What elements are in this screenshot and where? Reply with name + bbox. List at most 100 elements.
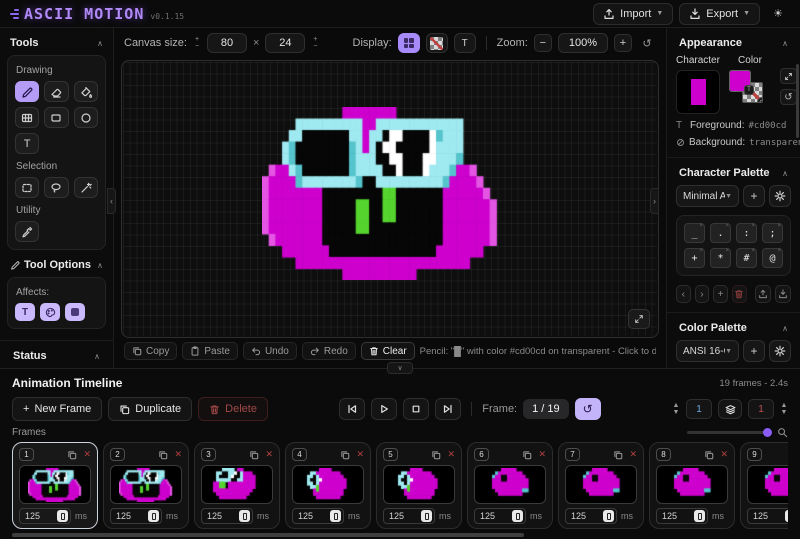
delete-frame-icon[interactable]: ✕ — [538, 450, 546, 459]
char-button[interactable]: _× — [684, 223, 705, 243]
color-palette-header[interactable]: Color Palette ∧ — [676, 313, 791, 340]
canvas-height-input[interactable]: 24 — [265, 33, 305, 53]
reset-colors-button[interactable]: ↺ — [780, 89, 797, 105]
export-palette-button[interactable] — [755, 285, 771, 303]
onion-skin-toggle[interactable] — [718, 399, 742, 419]
add-character-button[interactable]: + — [713, 285, 728, 303]
character-palette-header[interactable]: Character Palette ∧ — [676, 158, 791, 185]
width-stepper[interactable]: +− — [193, 37, 201, 50]
clear-button[interactable]: Clear — [361, 342, 415, 360]
fill-tool-button[interactable] — [74, 81, 98, 102]
duplicate-frame-icon[interactable] — [158, 450, 168, 460]
duplicate-frame-icon[interactable] — [522, 450, 532, 460]
char-button[interactable]: +× — [684, 248, 705, 268]
frames-scrollbar-thumb[interactable] — [12, 533, 524, 537]
char-button[interactable]: @× — [762, 248, 783, 268]
palette-settings-button[interactable] — [769, 185, 791, 207]
delete-frame-icon[interactable]: ✕ — [83, 450, 91, 459]
frame-duration-input[interactable]: 125 — [747, 508, 788, 524]
redo-button[interactable]: Redo — [302, 342, 356, 360]
char-button[interactable]: #× — [736, 248, 757, 268]
frame-card[interactable]: 3 ✕ 125 ms — [194, 442, 280, 529]
add-palette-button[interactable]: + — [743, 185, 765, 207]
height-stepper[interactable]: +− — [311, 37, 319, 50]
frame-duration-input[interactable]: 125 — [383, 508, 435, 524]
import-palette-button[interactable] — [775, 285, 791, 303]
affects-background-toggle[interactable] — [65, 303, 85, 321]
import-button[interactable]: Import ▼ — [593, 3, 673, 25]
frame-card[interactable]: 4 ✕ 125 ms — [285, 442, 371, 529]
theme-toggle-button[interactable]: ☀ — [766, 3, 790, 25]
slider-knob[interactable] — [763, 428, 772, 437]
character-preview[interactable] — [676, 70, 720, 114]
sidebar-scrollbar[interactable] — [796, 64, 799, 138]
lasso-select-tool-button[interactable] — [44, 177, 68, 198]
toggle-grid-button[interactable] — [398, 33, 420, 53]
marquee-select-tool-button[interactable] — [15, 177, 39, 198]
onion-prev-stepper[interactable]: ▲▼ — [672, 403, 680, 416]
duplicate-frame-icon[interactable] — [67, 450, 77, 460]
pencil-tool-button[interactable] — [15, 81, 39, 102]
loop-toggle-button[interactable]: ↺ — [575, 398, 601, 420]
frame-thumbnail[interactable] — [201, 465, 273, 504]
grid-rectangle-tool-button[interactable] — [15, 107, 39, 128]
frame-card[interactable]: 2 ✕ 125 ms — [103, 442, 189, 529]
zoom-in-button[interactable]: + — [614, 34, 632, 52]
frame-duration-input[interactable]: 125 — [656, 508, 708, 524]
foreground-swatch[interactable]: T — [729, 70, 751, 92]
affects-character-toggle[interactable]: T — [15, 303, 35, 321]
duplicate-frame-button[interactable]: Duplicate — [108, 397, 192, 421]
frame-card[interactable]: 7 ✕ 125 ms — [558, 442, 644, 529]
frame-card[interactable]: 9 ✕ 125 ms — [740, 442, 788, 529]
delete-frame-icon[interactable]: ✕ — [447, 450, 455, 459]
new-frame-button[interactable]: +New Frame — [12, 397, 102, 421]
tools-section-header[interactable]: Tools ∧ — [7, 28, 106, 55]
frame-thumbnail[interactable] — [656, 465, 728, 504]
frame-thumbnail[interactable] — [747, 465, 788, 504]
undo-button[interactable]: Undo — [243, 342, 297, 360]
eraser-tool-button[interactable] — [44, 81, 68, 102]
swap-colors-button[interactable] — [780, 68, 797, 84]
copy-button[interactable]: Copy — [124, 342, 177, 360]
duplicate-frame-icon[interactable] — [613, 450, 623, 460]
play-button[interactable] — [371, 398, 397, 420]
frame-card[interactable]: 1 ✕ 125 ms — [12, 442, 98, 529]
ellipse-tool-button[interactable] — [74, 107, 98, 128]
frame-duration-input[interactable]: 125 — [19, 508, 71, 524]
zoom-reset-button[interactable]: ↺ — [638, 34, 656, 52]
skip-to-start-button[interactable] — [339, 398, 365, 420]
eyedropper-tool-button[interactable] — [15, 221, 39, 242]
char-button[interactable]: ;× — [762, 223, 783, 243]
right-panel-collapse-handle[interactable]: › — [650, 188, 659, 214]
color-palette-settings-button[interactable] — [769, 340, 791, 362]
frame-duration-input[interactable]: 125 — [110, 508, 162, 524]
frame-thumbnail[interactable] — [383, 465, 455, 504]
frame-duration-input[interactable]: 125 — [201, 508, 253, 524]
skip-to-end-button[interactable] — [435, 398, 461, 420]
frame-thumbnail[interactable] — [292, 465, 364, 504]
add-color-palette-button[interactable]: + — [743, 340, 765, 362]
frame-thumbnail[interactable] — [19, 465, 91, 504]
zoom-out-button[interactable]: − — [534, 34, 552, 52]
delete-character-button[interactable] — [732, 285, 747, 303]
left-panel-collapse-handle[interactable]: ‹ — [107, 188, 116, 214]
frame-duration-input[interactable]: 125 — [474, 508, 526, 524]
frame-duration-input[interactable]: 125 — [565, 508, 617, 524]
onion-next-stepper[interactable]: ▲▼ — [780, 403, 788, 416]
drawing-canvas[interactable] — [121, 60, 659, 338]
ascii-art-canvas[interactable] — [262, 107, 503, 280]
fullscreen-canvas-button[interactable] — [628, 309, 650, 329]
delete-frame-button[interactable]: Delete — [198, 397, 268, 421]
frame-duration-input[interactable]: 125 — [292, 508, 344, 524]
toggle-characters-button[interactable]: T — [454, 33, 476, 53]
onion-next-input[interactable]: 1 — [748, 399, 774, 419]
frame-thumbnail[interactable] — [110, 465, 182, 504]
text-tool-button[interactable]: T — [15, 133, 39, 154]
export-button[interactable]: Export ▼ — [679, 3, 760, 25]
rectangle-tool-button[interactable] — [44, 107, 68, 128]
duplicate-frame-icon[interactable] — [340, 450, 350, 460]
duplicate-frame-icon[interactable] — [249, 450, 259, 460]
delete-frame-icon[interactable]: ✕ — [265, 450, 273, 459]
thumbnail-size-slider[interactable] — [687, 431, 771, 434]
char-button[interactable]: *× — [710, 248, 731, 268]
